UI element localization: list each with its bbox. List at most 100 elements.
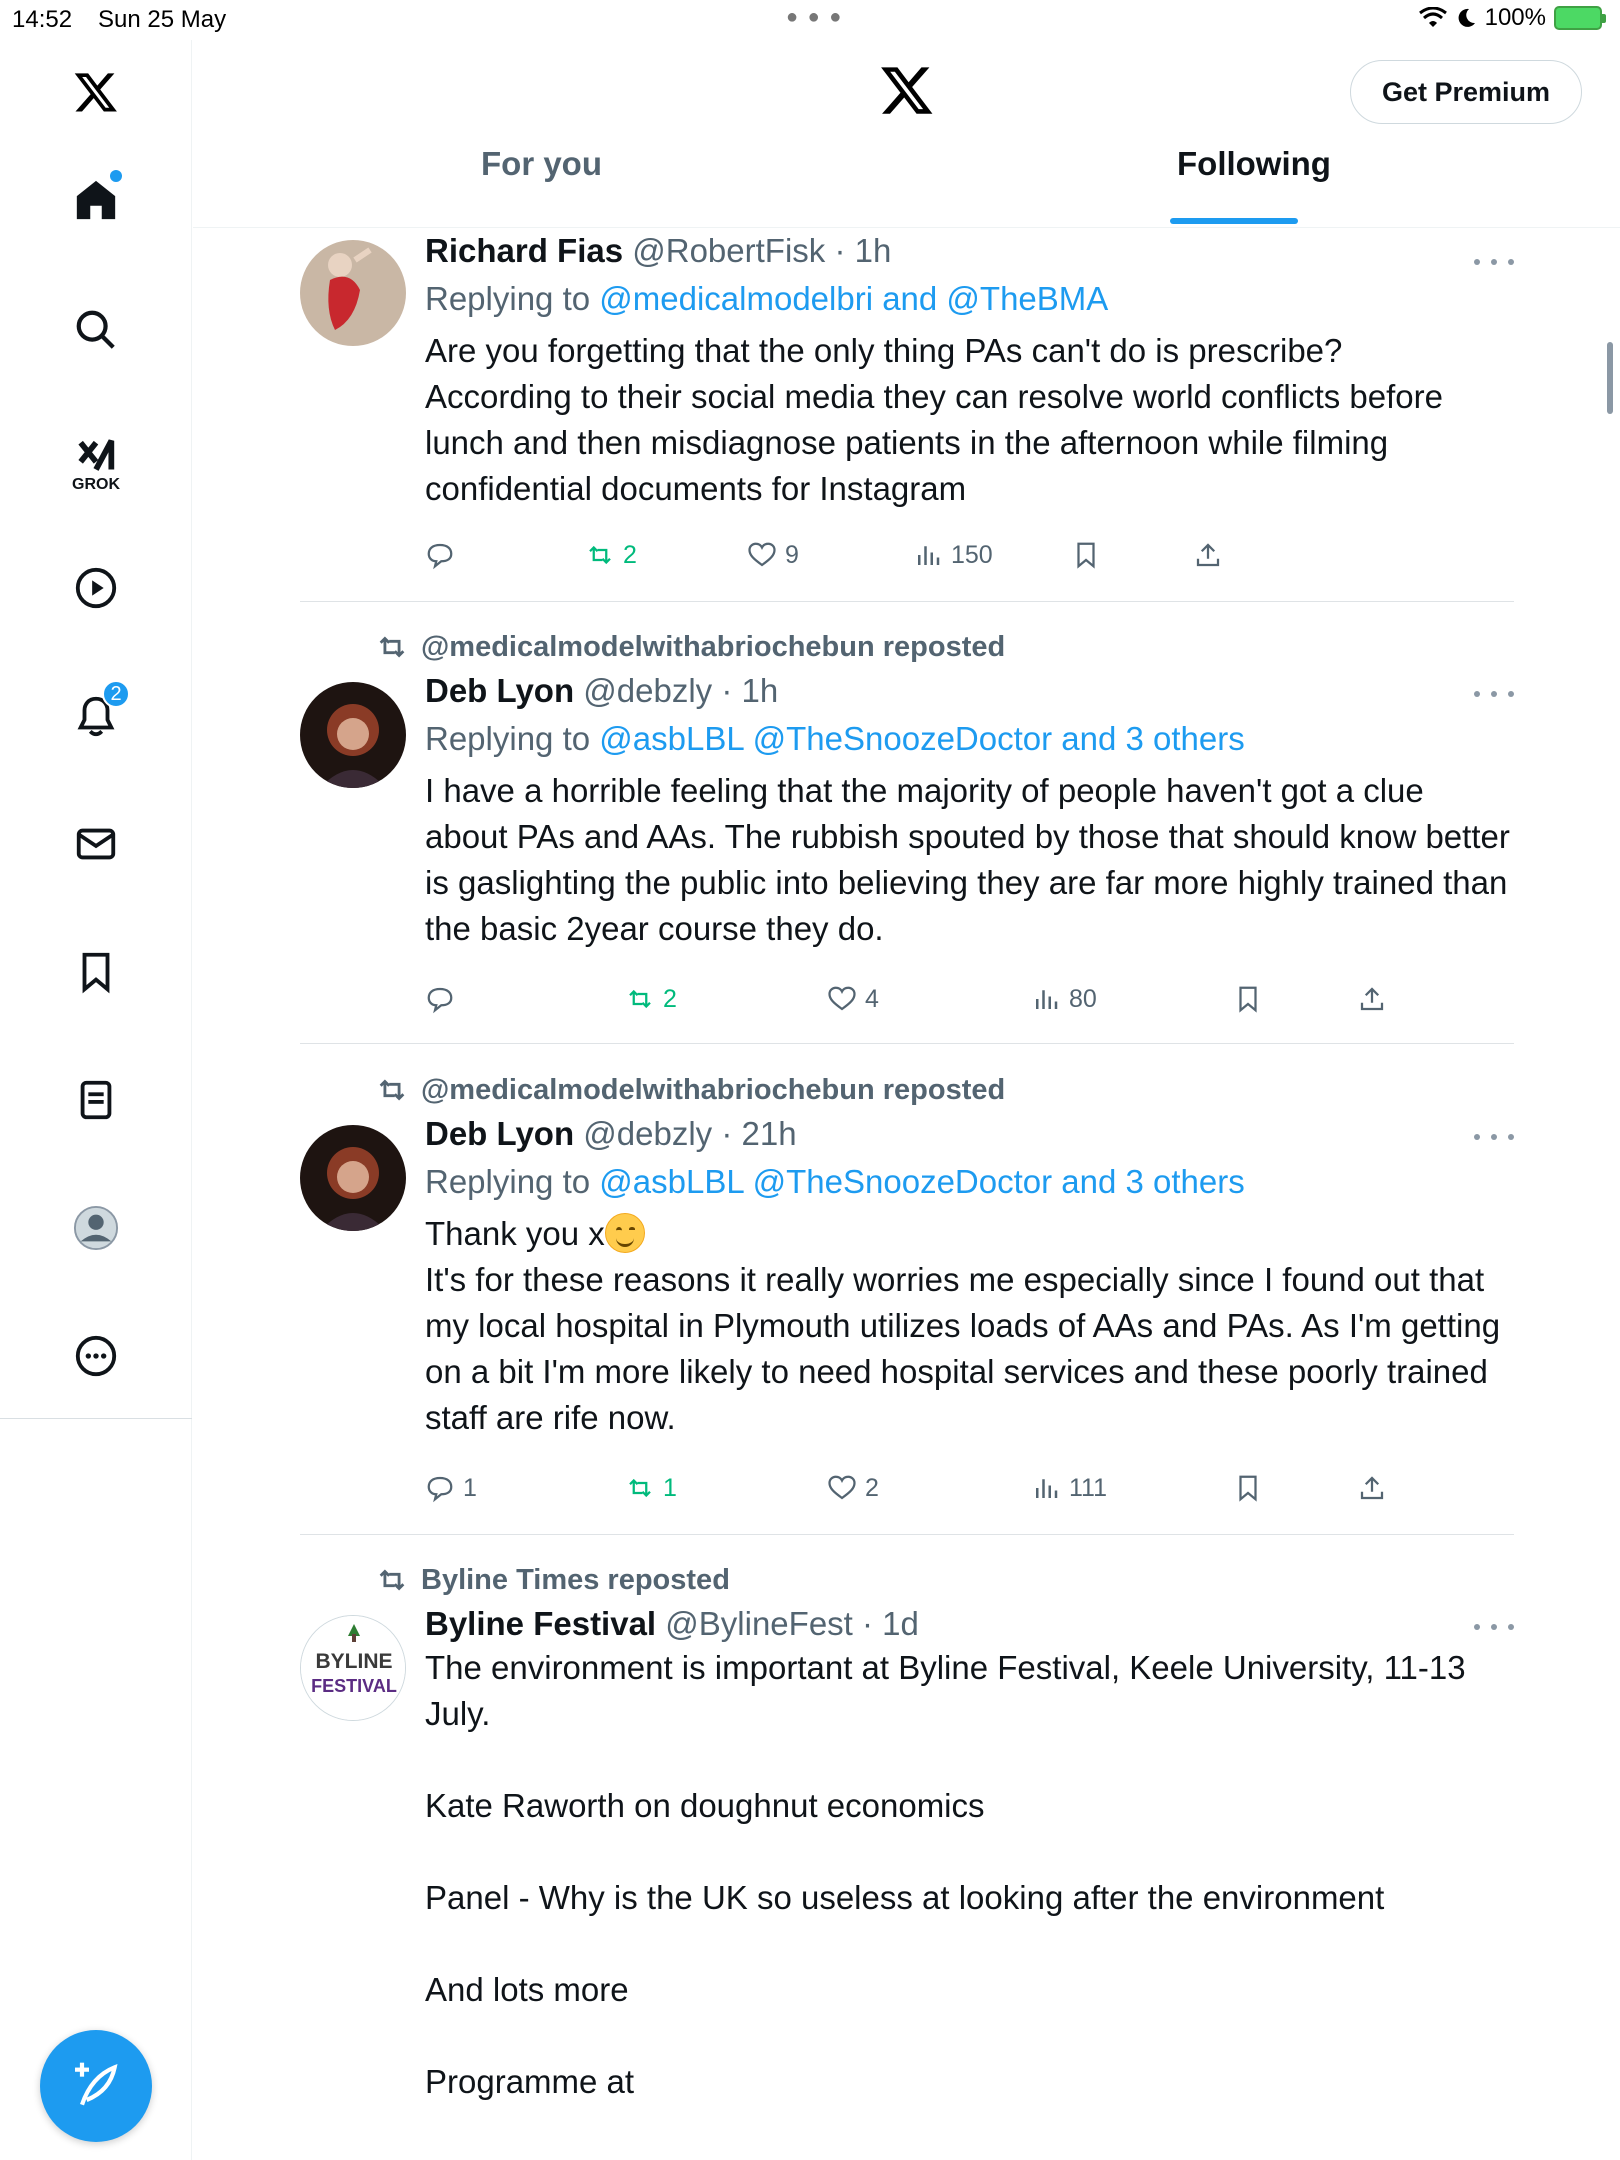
post-text: Are you forgetting that the only thing P…	[425, 332, 1443, 507]
reply-icon	[427, 1476, 453, 1503]
bookmark-button[interactable]	[1071, 540, 1101, 570]
author-name[interactable]: Richard Fias	[425, 232, 623, 269]
avatar[interactable]	[300, 682, 406, 788]
share-button[interactable]	[1193, 540, 1223, 570]
like-button[interactable]: 2	[827, 1473, 879, 1503]
author-handle[interactable]: @debzly · 1h	[583, 672, 778, 709]
reply-button[interactable]: 1	[425, 1473, 477, 1503]
repost-button[interactable]: 1	[625, 1473, 677, 1503]
bookmark-button[interactable]	[1233, 1473, 1263, 1503]
post[interactable]: Byline Times reposted BYLINE FESTIVAL By…	[300, 1557, 1514, 2160]
repost-attribution[interactable]: @medicalmodelwithabriochebun reposted	[375, 630, 1005, 664]
more-menu-icon[interactable]	[1474, 252, 1514, 272]
bookmark-button[interactable]	[1233, 984, 1263, 1014]
reposted-by: @medicalmodelwithabriochebun reposted	[421, 630, 1006, 663]
repost-attribution[interactable]: Byline Times reposted	[375, 1563, 730, 1597]
share-icon	[1360, 1476, 1384, 1500]
compose-post-button[interactable]	[40, 2030, 152, 2142]
bookmarks-icon[interactable]	[60, 936, 132, 1008]
views-chart-icon	[1036, 1479, 1058, 1498]
view-count: 80	[1069, 984, 1097, 1013]
replying-to-link[interactable]: @asbLBL @TheSnoozeDoctor and 3 others	[599, 720, 1244, 757]
repost-count: 2	[623, 540, 637, 569]
smiling-face-emoji-icon	[604, 1213, 645, 1253]
notifications-icon[interactable]: 2	[60, 680, 132, 752]
replying-to-link[interactable]: @asbLBL @TheSnoozeDoctor and 3 others	[599, 1163, 1244, 1200]
replying-prefix: Replying to	[425, 1163, 600, 1200]
views-chart-icon	[918, 546, 940, 565]
scrollbar[interactable]	[1607, 342, 1613, 414]
get-premium-button[interactable]: Get Premium	[1350, 60, 1582, 124]
repost-button[interactable]: 2	[585, 540, 637, 570]
view-count: 111	[1069, 1473, 1108, 1502]
replying-prefix: Replying to	[425, 720, 600, 757]
bookmark-icon	[1239, 986, 1257, 1013]
lists-icon[interactable]	[60, 1064, 132, 1136]
repost-icon	[379, 1079, 405, 1101]
share-button[interactable]	[1357, 1473, 1387, 1503]
views-button[interactable]: 111	[1031, 1473, 1107, 1503]
like-count: 9	[785, 540, 799, 569]
more-menu-icon[interactable]	[1474, 684, 1514, 704]
author-name[interactable]: Deb Lyon	[425, 672, 574, 709]
repost-count: 2	[663, 984, 677, 1013]
bookmark-icon	[1077, 542, 1095, 569]
share-button[interactable]	[1357, 984, 1387, 1014]
status-time: 14:52	[12, 6, 73, 33]
more-options-icon[interactable]	[60, 1320, 132, 1392]
repost-icon	[379, 1569, 405, 1591]
repost-icon	[629, 989, 651, 1009]
reply-icon	[427, 543, 453, 570]
moon-icon	[1458, 8, 1475, 27]
x-logo-icon[interactable]	[879, 62, 935, 118]
reply-button[interactable]	[425, 984, 463, 1014]
author-handle[interactable]: @RobertFisk · 1h	[632, 232, 891, 269]
avatar[interactable]: BYLINE FESTIVAL	[300, 1615, 406, 1721]
profile-avatar[interactable]	[60, 1192, 132, 1264]
grok-label: GROK	[72, 476, 120, 493]
tab-for-you[interactable]: For you	[481, 145, 602, 183]
heart-icon	[828, 1475, 856, 1500]
post[interactable]: @medicalmodelwithabriochebun reposted De…	[300, 624, 1514, 1044]
replying-to-link[interactable]: @medicalmodelbri and @TheBMA	[599, 280, 1108, 317]
repost-count: 1	[663, 1473, 677, 1502]
x-logo-icon[interactable]	[60, 56, 132, 128]
views-button[interactable]: 150	[913, 540, 993, 570]
like-button[interactable]: 4	[827, 984, 879, 1014]
reposted-by: Byline Times reposted	[421, 1563, 730, 1596]
status-date: Sun 25 May	[98, 6, 227, 33]
multitasking-dots-icon[interactable]: ● ● ●	[786, 6, 843, 29]
home-icon[interactable]	[60, 164, 132, 236]
timeline-header: Get Premium For you Following	[193, 40, 1620, 228]
views-button[interactable]: 80	[1031, 984, 1097, 1014]
more-menu-icon[interactable]	[1474, 1617, 1514, 1637]
reposted-by: @medicalmodelwithabriochebun reposted	[421, 1073, 1006, 1106]
repost-icon	[629, 1478, 651, 1498]
author-handle[interactable]: @BylineFest · 1d	[665, 1605, 919, 1642]
avatar-logo-line2: FESTIVAL	[311, 1676, 397, 1696]
post-text: It's for these reasons it really worries…	[425, 1261, 1510, 1436]
repost-button[interactable]: 2	[625, 984, 677, 1014]
avatar[interactable]	[300, 240, 406, 346]
reply-button[interactable]	[425, 540, 463, 570]
sidebar-divider	[0, 1418, 192, 1419]
repost-attribution[interactable]: @medicalmodelwithabriochebun reposted	[375, 1073, 1005, 1107]
avatar[interactable]	[300, 1125, 406, 1231]
search-icon[interactable]	[60, 294, 132, 366]
home-new-dot	[110, 170, 122, 182]
bookmark-icon	[1239, 1475, 1257, 1502]
messages-icon[interactable]	[60, 808, 132, 880]
post[interactable]: Richard Fias @RobertFisk · 1h Replying t…	[300, 232, 1514, 602]
author-handle[interactable]: @debzly · 21h	[583, 1115, 796, 1152]
video-icon[interactable]	[60, 552, 132, 624]
post[interactable]: @medicalmodelwithabriochebun reposted De…	[300, 1067, 1514, 1535]
tab-following[interactable]: Following	[1177, 145, 1331, 183]
compose-quill-icon	[75, 2062, 118, 2106]
status-bar: 14:52 Sun 25 May ● ● ● 100%	[0, 0, 1620, 40]
more-menu-icon[interactable]	[1474, 1127, 1514, 1147]
author-name[interactable]: Deb Lyon	[425, 1115, 574, 1152]
notifications-badge: 2	[102, 680, 130, 708]
author-name[interactable]: Byline Festival	[425, 1605, 656, 1642]
post-text: I have a horrible feeling that the major…	[425, 772, 1519, 947]
like-button[interactable]: 9	[747, 540, 799, 570]
